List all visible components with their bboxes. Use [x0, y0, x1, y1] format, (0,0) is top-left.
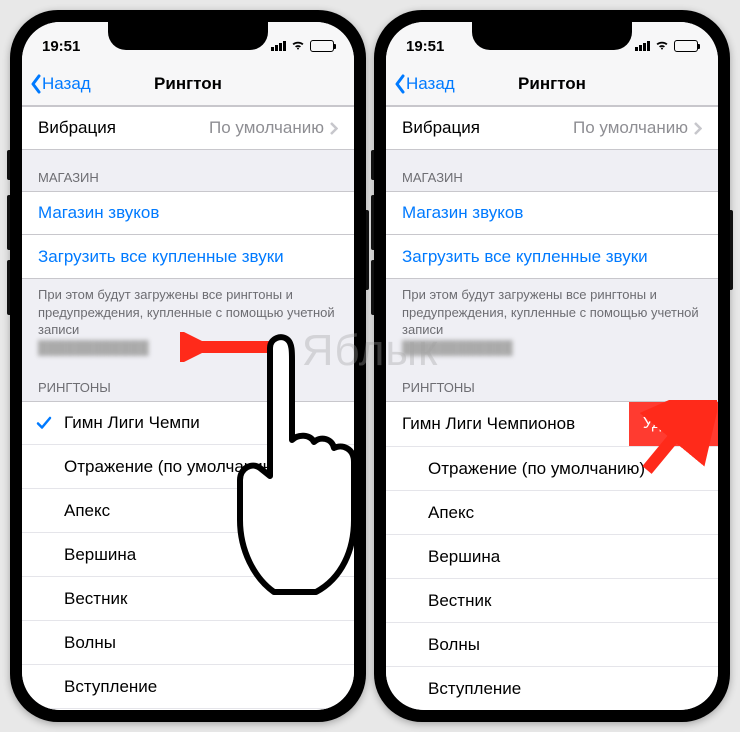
list-item[interactable]: Грезы [22, 709, 354, 710]
list-item[interactable]: Вестник [386, 579, 718, 623]
list-item[interactable]: Вершина [22, 533, 354, 577]
signal-icon [271, 41, 286, 51]
list-item[interactable]: Отражение (по умолчанию) [386, 447, 718, 491]
sound-store-link[interactable]: Магазин звуков [386, 191, 718, 235]
phone-right: 19:51 Назад Рингтон Вибрация [374, 10, 730, 722]
battery-icon [674, 40, 698, 52]
nav-bar: Назад Рингтон [386, 62, 718, 106]
back-label: Назад [42, 74, 91, 94]
list-item[interactable]: Апекс [22, 489, 354, 533]
vibration-cell[interactable]: Вибрация По умолчанию [22, 106, 354, 150]
vibration-label: Вибрация [38, 118, 116, 138]
sound-store-link[interactable]: Магазин звуков [22, 191, 354, 235]
chevron-right-icon [330, 122, 338, 135]
download-all-link[interactable]: Загрузить все купленные звуки [386, 235, 718, 279]
delete-button[interactable]: Удалить [629, 402, 718, 446]
store-footer: При этом будут загружены все рингтоны и … [22, 279, 354, 360]
ringtones-header: РИНГТОНЫ [386, 360, 718, 401]
ringtone-custom-swiped[interactable]: Гимн Лиги Чемпионов Удалить [386, 401, 718, 447]
wifi-icon [654, 39, 670, 54]
ringtone-label: Гимн Лиги Чемпи [64, 413, 200, 433]
list-item[interactable]: Вестник [22, 577, 354, 621]
wifi-icon [290, 39, 306, 54]
chevron-right-icon [694, 122, 702, 135]
battery-icon [310, 40, 334, 52]
vibration-value: По умолчанию [573, 118, 688, 138]
vibration-label: Вибрация [402, 118, 480, 138]
store-header: МАГАЗИН [22, 150, 354, 191]
list-item[interactable]: Вершина [386, 535, 718, 579]
signal-icon [635, 41, 650, 51]
phone-left: 19:51 Назад Рингтон Вибрация [10, 10, 366, 722]
nav-bar: Назад Рингтон [22, 62, 354, 106]
list-item[interactable]: Вступление [386, 667, 718, 710]
vibration-value: По умолчанию [209, 118, 324, 138]
chevron-left-icon [30, 74, 42, 94]
ringtone-custom[interactable]: Гимн Лиги Чемпи [22, 401, 354, 445]
notch [108, 22, 268, 50]
checkmark-icon [36, 415, 52, 431]
back-button[interactable]: Назад [22, 74, 91, 94]
ringtone-label: Гимн Лиги Чемпионов [402, 414, 575, 434]
chevron-left-icon [394, 74, 406, 94]
list-item[interactable]: Волны [386, 623, 718, 667]
store-header: МАГАЗИН [386, 150, 718, 191]
back-label: Назад [406, 74, 455, 94]
notch [472, 22, 632, 50]
list-item[interactable]: Вступление [22, 665, 354, 709]
list-item[interactable]: Апекс [386, 491, 718, 535]
vibration-cell[interactable]: Вибрация По умолчанию [386, 106, 718, 150]
list-item[interactable]: Волны [22, 621, 354, 665]
download-all-link[interactable]: Загрузить все купленные звуки [22, 235, 354, 279]
status-time: 19:51 [42, 38, 80, 55]
store-footer: При этом будут загружены все рингтоны и … [386, 279, 718, 360]
back-button[interactable]: Назад [386, 74, 455, 94]
status-time: 19:51 [406, 38, 444, 55]
ringtones-header: РИНГТОНЫ [22, 360, 354, 401]
list-item[interactable]: Отражение (по умолчанию) [22, 445, 354, 489]
